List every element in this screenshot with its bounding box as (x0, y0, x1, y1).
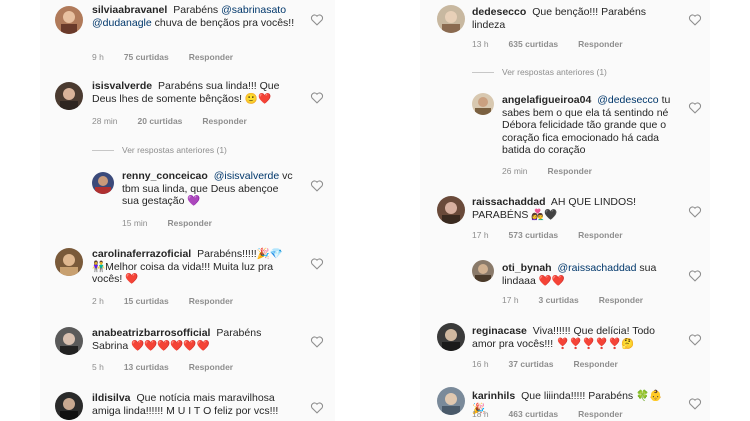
comment-text: angelafigueiroa04 @dedesecco tu sabes be… (502, 94, 671, 156)
comment-time: 17 h (472, 230, 489, 240)
heart-icon[interactable] (310, 180, 324, 192)
comment-time: 5 h (92, 362, 104, 372)
left-comments-panel: silviaabravanel Parabéns @sabrinasato @d… (40, 0, 335, 421)
heart-icon[interactable] (310, 14, 324, 26)
avatar[interactable] (55, 327, 83, 355)
reply-button[interactable]: Responder (578, 409, 622, 419)
reply-button[interactable]: Responder (168, 218, 212, 228)
comment-meta: 5 h 13 curtidas Responder (92, 362, 253, 372)
avatar[interactable] (437, 5, 465, 33)
comment-text: renny_conceicao @isisvalverde vc tbm sua… (122, 170, 293, 207)
comment-username[interactable]: angelafigueiroa04 (502, 94, 591, 106)
avatar[interactable] (92, 172, 114, 194)
avatar[interactable] (472, 93, 494, 115)
comment-text: carolinaferrazoficial Parabéns!!!!!🎉💎 👫M… (92, 248, 283, 285)
reply-button[interactable]: Responder (189, 52, 233, 62)
avatar[interactable] (437, 323, 465, 351)
heart-icon[interactable] (310, 402, 324, 414)
comment-meta: 18 h 463 curtidas Responder (472, 409, 643, 419)
comment-meta: 17 h 3 curtidas Responder (502, 295, 663, 305)
comment-text: reginacase Viva!!!!!! Que delícia! Todo … (472, 325, 655, 350)
reply-button[interactable]: Responder (189, 296, 233, 306)
avatar[interactable] (55, 248, 83, 276)
likes-count[interactable]: 13 curtidas (124, 362, 169, 372)
likes-count[interactable]: 15 curtidas (124, 296, 169, 306)
comment-username[interactable]: anabeatrizbarrosofficial (92, 327, 210, 339)
comment-time: 15 min (122, 218, 148, 228)
mention-link[interactable]: @dedesecco (597, 94, 658, 106)
comment-text: silviaabravanel Parabéns @sabrinasato @d… (92, 4, 295, 29)
comment-time: 16 h (472, 359, 489, 369)
likes-count[interactable]: 573 curtidas (509, 230, 559, 240)
likes-count[interactable]: 463 curtidas (509, 409, 559, 419)
likes-count[interactable]: 20 curtidas (138, 116, 183, 126)
heart-icon[interactable] (688, 14, 702, 26)
avatar[interactable] (55, 82, 83, 110)
view-previous-replies[interactable]: Ver respostas anteriores (1) (92, 145, 227, 155)
avatar[interactable] (55, 6, 83, 34)
reply-button[interactable]: Responder (578, 230, 622, 240)
comment-meta: 26 min Responder (502, 166, 612, 176)
comment-username[interactable]: carolinaferrazoficial (92, 248, 191, 260)
likes-count[interactable]: 75 curtidas (124, 52, 169, 62)
avatar[interactable] (55, 392, 83, 420)
comment-username[interactable]: reginacase (472, 325, 527, 337)
likes-count[interactable]: 635 curtidas (509, 39, 559, 49)
comment-time: 28 min (92, 116, 118, 126)
heart-icon[interactable] (688, 270, 702, 282)
mention-link[interactable]: @sabrinasato (221, 4, 286, 16)
comment-username[interactable]: ildisilva (92, 392, 131, 404)
comment-meta: 28 min 20 curtidas Responder (92, 116, 267, 126)
heart-icon[interactable] (688, 102, 702, 114)
heart-icon[interactable] (688, 206, 702, 218)
comment-time: 2 h (92, 296, 104, 306)
comment-text: isisvalverde Parabéns sua linda!!! Que D… (92, 80, 280, 105)
heart-icon[interactable] (310, 336, 324, 348)
comment-meta: 2 h 15 curtidas Responder (92, 296, 253, 306)
comment-username[interactable]: karinhils (472, 390, 515, 402)
comment-text: anabeatrizbarrosofficial Parabéns Sabrin… (92, 327, 262, 352)
comment-time: 18 h (472, 409, 489, 419)
mention-link[interactable]: @raissachaddad (558, 262, 637, 274)
comment-text: oti_bynah @raissachaddad sua lindaaa ❤️❤… (502, 262, 657, 287)
reply-button[interactable]: Responder (202, 116, 246, 126)
heart-icon[interactable] (688, 334, 702, 346)
comment-meta: 17 h 573 curtidas Responder (472, 230, 643, 240)
comment-meta: 16 h 37 curtidas Responder (472, 359, 638, 369)
avatar[interactable] (437, 196, 465, 224)
mention-link[interactable]: @dudanagle (92, 17, 152, 29)
reply-button[interactable]: Responder (573, 359, 617, 369)
avatar[interactable] (437, 387, 465, 415)
reply-button[interactable]: Responder (548, 166, 592, 176)
avatar[interactable] (472, 260, 494, 282)
comment-meta: 13 h 635 curtidas Responder (472, 39, 643, 49)
likes-count[interactable]: 3 curtidas (539, 295, 579, 305)
comment-username[interactable]: isisvalverde (92, 80, 152, 92)
comment-username[interactable]: dedesecco (472, 6, 526, 18)
reply-button[interactable]: Responder (578, 39, 622, 49)
comment-time: 13 h (472, 39, 489, 49)
comment-text: ildisilva Que notícia mais maravilhosa a… (92, 392, 279, 417)
comment-time: 17 h (502, 295, 519, 305)
heart-icon[interactable] (310, 92, 324, 104)
reply-button[interactable]: Responder (599, 295, 643, 305)
comment-username[interactable]: oti_bynah (502, 262, 552, 274)
heart-icon[interactable] (688, 398, 702, 410)
view-previous-replies[interactable]: Ver respostas anteriores (1) (472, 67, 607, 77)
comment-username[interactable]: silviaabravanel (92, 4, 167, 16)
comment-time: 9 h (92, 52, 104, 62)
comment-username[interactable]: renny_conceicao (122, 170, 208, 182)
right-comments-panel: dedesecco Que benção!!! Parabéns lindeza… (420, 0, 710, 421)
likes-count[interactable]: 37 curtidas (509, 359, 554, 369)
comment-username[interactable]: raissachaddad (472, 196, 546, 208)
comment-meta: 9 h 75 curtidas Responder (92, 52, 253, 62)
comment-meta: 15 min Responder (122, 218, 232, 228)
comment-text: raissachaddad AH QUE LINDOS! PARABÉNS 👩‍… (472, 196, 637, 221)
comment-time: 26 min (502, 166, 528, 176)
reply-button[interactable]: Responder (189, 362, 233, 372)
heart-icon[interactable] (310, 258, 324, 270)
mention-link[interactable]: @isisvalverde (214, 170, 280, 182)
comment-text: dedesecco Que benção!!! Parabéns lindeza (472, 6, 647, 31)
